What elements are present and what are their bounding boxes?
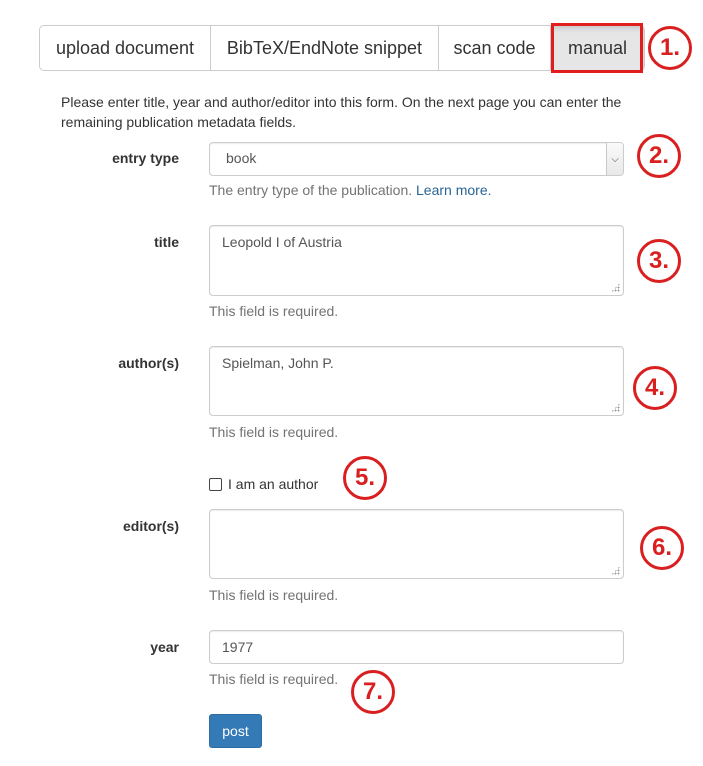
learn-more-link[interactable]: Learn more. bbox=[416, 182, 491, 198]
resize-grip-icon[interactable] bbox=[611, 566, 620, 575]
entry-type-help: The entry type of the publication. Learn… bbox=[209, 182, 492, 198]
tab-upload-document[interactable]: upload document bbox=[40, 26, 211, 70]
i-am-author-checkbox[interactable] bbox=[209, 477, 222, 491]
i-am-author-row[interactable]: I am an author bbox=[209, 476, 318, 492]
tab-scan-code[interactable]: scan code bbox=[439, 26, 551, 70]
editors-textarea[interactable] bbox=[209, 509, 624, 579]
entry-type-select[interactable]: book ⌵ bbox=[209, 142, 624, 176]
tab-bibtex-endnote-snippet[interactable]: BibTeX/EndNote snippet bbox=[211, 26, 439, 70]
title-value: Leopold I of Austria bbox=[222, 234, 342, 250]
entry-method-tabs: upload document BibTeX/EndNote snippet s… bbox=[39, 25, 645, 71]
title-textarea[interactable]: Leopold I of Austria bbox=[209, 225, 624, 296]
post-button[interactable]: post bbox=[209, 714, 262, 748]
title-help: This field is required. bbox=[209, 303, 339, 319]
annotation-marker-3: 3. bbox=[637, 239, 681, 283]
chevron-down-icon[interactable]: ⌵ bbox=[606, 143, 623, 175]
annotation-marker-1: 1. bbox=[648, 26, 692, 70]
annotation-marker-2: 2. bbox=[637, 134, 681, 178]
editors-help: This field is required. bbox=[209, 587, 339, 603]
resize-grip-icon[interactable] bbox=[611, 403, 620, 412]
editors-label: editor(s) bbox=[123, 518, 179, 534]
annotation-marker-4: 4. bbox=[633, 366, 677, 410]
year-input[interactable]: 1977 bbox=[209, 630, 624, 664]
entry-type-value: book bbox=[226, 150, 257, 166]
authors-textarea[interactable]: Spielman, John P. bbox=[209, 346, 624, 416]
authors-value: Spielman, John P. bbox=[222, 355, 334, 371]
authors-label: author(s) bbox=[118, 355, 179, 371]
title-label: title bbox=[154, 234, 179, 250]
annotation-marker-6: 6. bbox=[640, 526, 684, 570]
i-am-author-label[interactable]: I am an author bbox=[228, 476, 318, 492]
year-label: year bbox=[150, 639, 179, 655]
tab-manual[interactable]: manual bbox=[551, 26, 644, 70]
entry-type-label: entry type bbox=[112, 150, 179, 166]
authors-help: This field is required. bbox=[209, 424, 339, 440]
annotation-marker-5: 5. bbox=[343, 456, 387, 500]
entry-type-help-text: The entry type of the publication. bbox=[209, 182, 413, 198]
form-intro-text: Please enter title, year and author/edit… bbox=[61, 94, 622, 130]
resize-grip-icon[interactable] bbox=[611, 283, 620, 292]
year-value: 1977 bbox=[222, 639, 254, 655]
annotation-marker-7: 7. bbox=[351, 670, 395, 714]
year-help: This field is required. bbox=[209, 671, 339, 687]
